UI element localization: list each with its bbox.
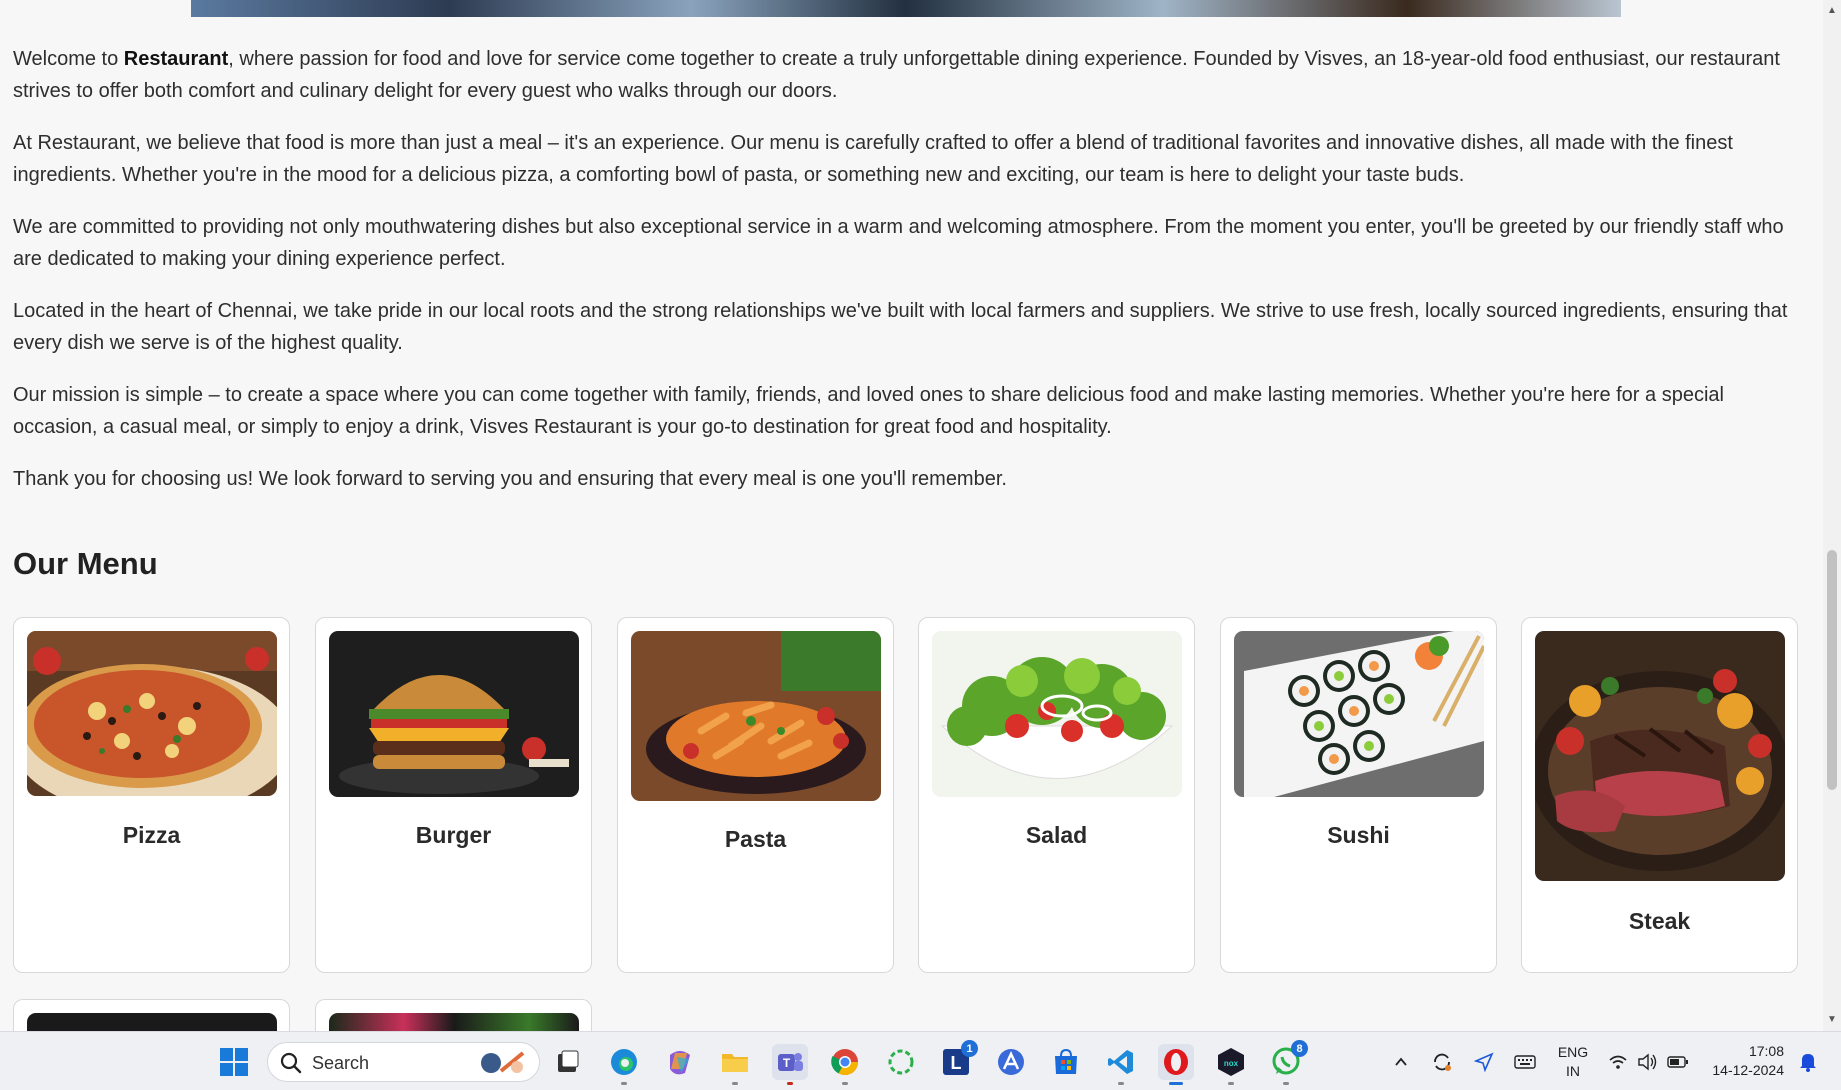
about-text: Welcome to [13, 48, 124, 70]
svg-text:L: L [951, 1053, 962, 1073]
menu-item-name: Sushi [1327, 822, 1390, 848]
menu-item-image [329, 1013, 579, 1031]
menu-item-name: Burger [415, 822, 492, 848]
menu-card-sushi[interactable]: Sushi [1220, 617, 1497, 973]
chrome-icon[interactable] [827, 1044, 863, 1085]
menu-card-partial[interactable] [315, 999, 592, 1031]
chevron-up-icon[interactable] [1386, 1044, 1416, 1080]
loader-app-icon[interactable] [883, 1044, 919, 1080]
language-code: ENG [1557, 1044, 1589, 1060]
svg-text:nox: nox [1224, 1059, 1239, 1068]
taskbar-search-box[interactable]: Search [267, 1042, 540, 1082]
pizza-image [27, 631, 277, 796]
clock-date: 14-12-2024 [1712, 1062, 1784, 1078]
menu-item-name: Pizza [122, 822, 181, 848]
about-paragraph-3: We are committed to providing not only m… [13, 216, 1784, 270]
clock-time: 17:08 [1748, 1043, 1784, 1059]
region-code: IN [1566, 1063, 1580, 1079]
notification-badge: 1 [961, 1040, 978, 1057]
svg-text:T: T [783, 1056, 791, 1070]
search-highlight-icon [481, 1051, 525, 1073]
about-paragraph-5: Our mission is simple – to create a spac… [13, 384, 1724, 438]
notification-badge: 8 [1291, 1040, 1308, 1057]
sync-icon[interactable] [1427, 1044, 1457, 1080]
menu-card-partial[interactable] [13, 999, 290, 1031]
volume-icon[interactable] [1633, 1044, 1663, 1080]
nox-icon[interactable]: nox [1213, 1044, 1249, 1085]
opera-icon[interactable] [1158, 1044, 1194, 1085]
restaurant-name: Restaurant [123, 48, 229, 70]
affinity-app-icon[interactable] [993, 1044, 1029, 1080]
menu-card-pizza[interactable]: Pizza [13, 617, 290, 973]
vscode-icon[interactable] [1103, 1044, 1139, 1085]
scrollbar-thumb[interactable] [1827, 550, 1837, 790]
edge-icon[interactable] [606, 1044, 642, 1085]
menu-item-name: Pasta [724, 826, 787, 852]
windows-taskbar: Search T L 1 nox 8 ENG IN 17:08 14-12-20… [0, 1031, 1841, 1090]
salad-image [932, 631, 1182, 797]
burger-image [329, 631, 579, 797]
menu-card-salad[interactable]: Salad [918, 617, 1195, 973]
copilot-icon[interactable] [662, 1044, 698, 1080]
menu-card-steak[interactable]: Steak [1521, 617, 1798, 973]
search-label: Search [312, 1053, 370, 1073]
hero-image [191, 0, 1621, 17]
store-icon[interactable] [1048, 1044, 1084, 1080]
windows-start-icon[interactable] [216, 1044, 252, 1080]
about-paragraph-2: At Restaurant, we believe that food is m… [13, 132, 1733, 186]
web-page: Welcome to Restaurant, where passion for… [0, 0, 1823, 1031]
menu-item-name: Steak [1628, 908, 1691, 934]
l-app-icon[interactable]: L 1 [938, 1040, 978, 1080]
about-paragraph-6: Thank you for choosing us! We look forwa… [13, 468, 1007, 490]
search-icon [280, 1052, 302, 1074]
file-explorer-icon[interactable] [717, 1044, 753, 1085]
location-icon[interactable] [1469, 1044, 1499, 1080]
language-indicator[interactable]: ENG IN [1551, 1043, 1595, 1081]
scroll-up-icon[interactable]: ▲ [1827, 6, 1837, 16]
task-view-icon[interactable] [550, 1044, 586, 1080]
pasta-image [631, 631, 881, 801]
wifi-icon[interactable] [1603, 1044, 1633, 1080]
clock[interactable]: 17:08 14-12-2024 [1704, 1042, 1784, 1080]
scroll-down-icon[interactable]: ▼ [1827, 1015, 1837, 1025]
battery-icon[interactable] [1663, 1044, 1693, 1080]
about-paragraph-4: Located in the heart of Chennai, we take… [13, 300, 1788, 354]
steak-image [1535, 631, 1785, 881]
whatsapp-icon[interactable]: 8 [1268, 1040, 1308, 1085]
menu-card-pasta[interactable]: Pasta [617, 617, 894, 973]
about-section: Welcome to Restaurant, where passion for… [13, 43, 1803, 515]
about-paragraph-1: Welcome to Restaurant, where passion for… [13, 43, 1803, 107]
sushi-image [1234, 631, 1484, 797]
menu-heading: Our Menu [13, 546, 158, 581]
notification-bell-icon[interactable] [1793, 1044, 1823, 1080]
teams-icon[interactable]: T [772, 1044, 808, 1085]
page-scrollbar[interactable]: ▲ ▼ [1823, 0, 1841, 1031]
about-text: , where passion for food and love for se… [13, 48, 1780, 102]
menu-card-burger[interactable]: Burger [315, 617, 592, 973]
menu-item-name: Salad [1025, 822, 1088, 848]
keyboard-icon[interactable] [1510, 1044, 1540, 1080]
menu-item-image [27, 1013, 277, 1031]
